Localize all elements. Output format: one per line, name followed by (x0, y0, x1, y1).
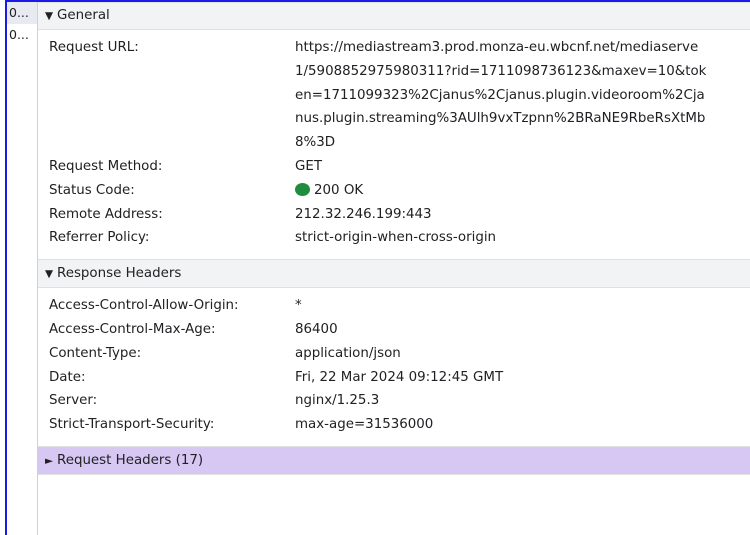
response-header-key: Server: (49, 393, 98, 409)
request-method-value[interactable]: GET (295, 155, 750, 179)
general-section-title: General (57, 8, 110, 23)
response-header-value[interactable]: application/json (295, 342, 750, 366)
request-name-cell[interactable]: 0... (7, 2, 37, 24)
header-row: Status Code: 200 OK (38, 179, 750, 203)
response-headers-section-header[interactable]: ▼ Response Headers (38, 259, 750, 289)
remote-address-key: Remote Address: (49, 206, 163, 222)
header-row: Access-Control-Max-Age: 86400 (38, 318, 750, 342)
request-headers-section-header[interactable]: ► Request Headers (17) (38, 445, 750, 475)
response-header-key: Access-Control-Max-Age: (49, 321, 216, 337)
header-row: Date: Fri, 22 Mar 2024 09:12:45 GMT (38, 366, 750, 390)
response-header-value[interactable]: * (295, 294, 750, 318)
request-name-cell[interactable]: 0... (7, 24, 37, 46)
request-method-key: Request Method: (49, 158, 163, 174)
response-headers-body: Access-Control-Allow-Origin: * Access-Cont… (38, 288, 750, 446)
expanded-triangle-icon: ▼ (45, 268, 54, 281)
remote-address-value[interactable]: 212.32.246.199:443 (295, 203, 750, 227)
header-row: Request URL: https://mediastream3.prod.m… (38, 36, 750, 155)
header-row: Strict-Transport-Security: max-age=315360… (38, 413, 750, 437)
response-header-value[interactable]: Fri, 22 Mar 2024 09:12:45 GMT (295, 366, 750, 390)
status-code-text: 200 OK (314, 182, 364, 198)
request-url-line: https://mediastream3.prod.monza-eu.wbcnf… (295, 40, 699, 55)
response-header-value[interactable]: nginx/1.25.3 (295, 389, 750, 413)
general-section-body: Request URL: https://mediastream3.prod.m… (38, 30, 750, 259)
collapsed-triangle-icon: ► (45, 454, 54, 467)
response-header-value[interactable]: 86400 (295, 318, 750, 342)
status-code-key: Status Code: (49, 182, 135, 198)
request-url-value[interactable]: https://mediastream3.prod.monza-eu.wbcnf… (295, 36, 750, 155)
request-url-key: Request URL: (49, 40, 139, 55)
response-header-key: Content-Type: (49, 345, 142, 361)
request-name-column: 0... 0... (7, 2, 38, 535)
request-headers-title: Request Headers (17) (57, 452, 204, 468)
response-header-key: Strict-Transport-Security: (49, 417, 215, 433)
header-row: Server: nginx/1.25.3 (38, 389, 750, 413)
header-row: Remote Address: 212.32.246.199:443 (38, 203, 750, 227)
header-row: Referrer Policy: strict-origin-when-cros… (38, 226, 750, 250)
response-header-key: Date: (49, 369, 86, 385)
request-url-line: en=1711099323%2Cjanus%2Cjanus.plugin.vid… (295, 87, 705, 103)
header-row: Content-Type: application/json (38, 342, 750, 366)
response-header-value[interactable]: max-age=31536000 (295, 413, 750, 437)
request-url-line: 8%3D (295, 135, 336, 151)
request-url-line: nus.plugin.streaming%3AUlh9vxTzpnn%2BRaN… (295, 111, 706, 127)
header-row: Access-Control-Allow-Origin: * (38, 294, 750, 318)
general-section-header[interactable]: ▼ General (38, 2, 750, 30)
response-header-key: Access-Control-Allow-Origin: (49, 298, 239, 314)
status-code-value[interactable]: 200 OK (295, 179, 750, 203)
request-url-line: 1/5908852975980311?rid=1711098736123&max… (295, 63, 707, 79)
referrer-policy-key: Referrer Policy: (49, 230, 150, 246)
referrer-policy-value[interactable]: strict-origin-when-cross-origin (295, 226, 750, 250)
expanded-triangle-icon: ▼ (45, 10, 54, 22)
header-row: Request Method: GET (38, 155, 750, 179)
headers-panel: ▼ General Request URL: https://mediastrea… (38, 2, 750, 535)
status-dot-icon (295, 182, 310, 196)
response-headers-title: Response Headers (57, 266, 182, 282)
